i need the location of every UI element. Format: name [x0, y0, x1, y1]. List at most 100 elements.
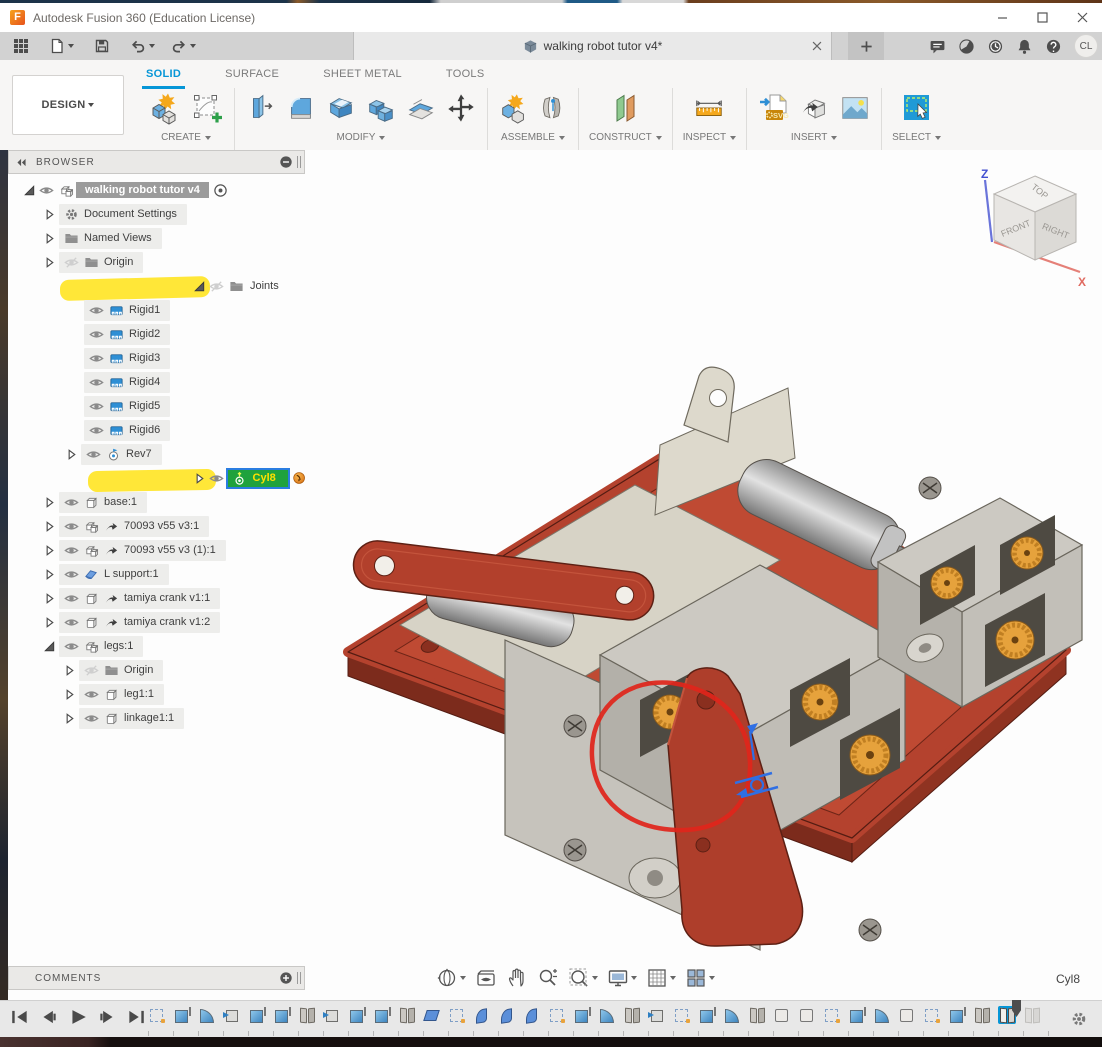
timeline-feature-fillet[interactable]	[598, 1006, 616, 1024]
timeline-feature-body[interactable]	[773, 1006, 791, 1024]
timeline-feature-derive[interactable]	[223, 1006, 241, 1024]
browser-header[interactable]: BROWSER	[8, 150, 305, 174]
activate-radio-icon[interactable]	[213, 183, 228, 198]
collapsed-arrow-icon[interactable]	[42, 543, 57, 558]
timeline-feature-sketch[interactable]	[923, 1006, 941, 1024]
browser-item-l-support[interactable]: L support:1	[8, 562, 305, 586]
timeline-feature-sketch[interactable]	[548, 1006, 566, 1024]
browser-item-rev7[interactable]: Rev7	[8, 442, 305, 466]
eye-icon[interactable]	[64, 567, 79, 582]
eye-icon[interactable]	[84, 711, 99, 726]
collapsed-arrow-icon[interactable]	[42, 615, 57, 630]
viewports-button[interactable]	[685, 967, 715, 989]
timeline-feature-extrude[interactable]	[573, 1006, 591, 1024]
timeline-feature-extrude[interactable]	[698, 1006, 716, 1024]
expanded-arrow-icon[interactable]	[42, 639, 57, 654]
browser-item-70093-v55-v3-1[interactable]: 70093 v55 v3:1	[8, 514, 305, 538]
browser-item-rigid2[interactable]: Rigid2	[8, 322, 305, 346]
browser-item-document-settings[interactable]: Document Settings	[8, 202, 305, 226]
timeline-feature-joint[interactable]	[748, 1006, 766, 1024]
browser-item-70093-v55-v3-2[interactable]: 70093 v55 v3 (1):1	[8, 538, 305, 562]
panel-resize-handle[interactable]	[297, 156, 302, 168]
browser-item-tamiya-crank-2[interactable]: tamiya crank v1:2	[8, 610, 305, 634]
expanded-arrow-icon[interactable]	[192, 279, 207, 294]
zoom-button[interactable]	[537, 967, 559, 989]
eye-icon[interactable]	[209, 471, 224, 486]
collapsed-arrow-icon[interactable]	[42, 591, 57, 606]
collapsed-arrow-icon[interactable]	[42, 207, 57, 222]
timeline-feature-joint[interactable]	[623, 1006, 641, 1024]
timeline-feature-extrude[interactable]	[273, 1006, 291, 1024]
browser-item-base[interactable]: base:1	[8, 490, 305, 514]
timeline-feature-joint[interactable]	[298, 1006, 316, 1024]
eye-icon[interactable]	[86, 447, 101, 462]
timeline-feature-plane[interactable]	[423, 1006, 441, 1024]
timeline-feature-fillet[interactable]	[723, 1006, 741, 1024]
browser-item-rigid4[interactable]: Rigid4	[8, 370, 305, 394]
timeline-feature-extrude[interactable]	[948, 1006, 966, 1024]
collapse-panel-icon[interactable]	[15, 156, 28, 169]
eye-icon[interactable]	[89, 399, 104, 414]
orbit-button[interactable]	[436, 967, 466, 989]
fit-button[interactable]	[568, 967, 598, 989]
eye-icon[interactable]	[64, 519, 79, 534]
timeline-feature-body[interactable]	[798, 1006, 816, 1024]
eye-icon[interactable]	[89, 303, 104, 318]
collapsed-arrow-icon[interactable]	[42, 495, 57, 510]
collapsed-arrow-icon[interactable]	[42, 255, 57, 270]
timeline-feature-revolve[interactable]	[523, 1006, 541, 1024]
browser-item-rigid3[interactable]: Rigid3	[8, 346, 305, 370]
timeline-feature-joint[interactable]	[973, 1006, 991, 1024]
browser-item-rigid6[interactable]: Rigid6	[8, 418, 305, 442]
timeline-settings-gear-icon[interactable]	[1070, 1010, 1088, 1028]
browser-item-cyl8[interactable]: Cyl8	[8, 466, 305, 490]
timeline-feature-extrude[interactable]	[348, 1006, 366, 1024]
eye-off-icon[interactable]	[209, 279, 224, 294]
collapsed-arrow-icon[interactable]	[42, 567, 57, 582]
browser-item-rigid1[interactable]: Rigid1	[8, 298, 305, 322]
timeline-feature-derive[interactable]	[323, 1006, 341, 1024]
browser-item-leg1[interactable]: leg1:1	[8, 682, 305, 706]
eye-off-icon[interactable]	[84, 663, 99, 678]
add-comment-icon[interactable]	[279, 971, 293, 985]
panel-resize-handle[interactable]	[297, 972, 302, 984]
browser-item-root[interactable]: walking robot tutor v4	[8, 178, 305, 202]
browser-item-joints[interactable]: Joints	[8, 274, 305, 298]
timeline-feature-revolve[interactable]	[498, 1006, 516, 1024]
eye-icon[interactable]	[89, 327, 104, 342]
browser-item-named-views[interactable]: Named Views	[8, 226, 305, 250]
timeline-playhead[interactable]	[1012, 1000, 1021, 1017]
step-forward-button[interactable]	[97, 1009, 117, 1025]
timeline-feature-joint-selected[interactable]	[998, 1006, 1016, 1024]
eye-off-icon[interactable]	[64, 255, 79, 270]
eye-icon[interactable]	[89, 423, 104, 438]
timeline-feature-sketch[interactable]	[448, 1006, 466, 1024]
expanded-arrow-icon[interactable]	[22, 183, 37, 198]
eye-icon[interactable]	[64, 543, 79, 558]
timeline-feature-extrude[interactable]	[373, 1006, 391, 1024]
eye-icon[interactable]	[64, 591, 79, 606]
comments-header[interactable]: COMMENTS	[8, 966, 305, 990]
timeline-feature-fillet[interactable]	[198, 1006, 216, 1024]
timeline-feature-body[interactable]	[898, 1006, 916, 1024]
collapsed-arrow-icon[interactable]	[62, 663, 77, 678]
browser-item-origin[interactable]: Origin	[8, 250, 305, 274]
browser-item-linkage1[interactable]: linkage1:1	[8, 706, 305, 730]
go-to-end-button[interactable]	[126, 1009, 146, 1025]
browser-item-legs[interactable]: legs:1	[8, 634, 305, 658]
view-cube[interactable]: Z X TOP FRONT RIGHT	[978, 166, 1096, 294]
play-button[interactable]	[68, 1009, 88, 1025]
eye-icon[interactable]	[64, 615, 79, 630]
collapsed-arrow-icon[interactable]	[62, 711, 77, 726]
timeline-feature-fillet[interactable]	[873, 1006, 891, 1024]
browser-item-tamiya-crank-1[interactable]: tamiya crank v1:1	[8, 586, 305, 610]
timeline-feature-revolve[interactable]	[473, 1006, 491, 1024]
timeline-feature-sketch[interactable]	[673, 1006, 691, 1024]
eye-icon[interactable]	[89, 351, 104, 366]
eye-icon[interactable]	[39, 183, 54, 198]
eye-icon[interactable]	[64, 495, 79, 510]
timeline-feature-extrude[interactable]	[173, 1006, 191, 1024]
collapsed-arrow-icon[interactable]	[42, 231, 57, 246]
grid-button[interactable]	[646, 967, 676, 989]
timeline-feature-sketch[interactable]	[148, 1006, 166, 1024]
